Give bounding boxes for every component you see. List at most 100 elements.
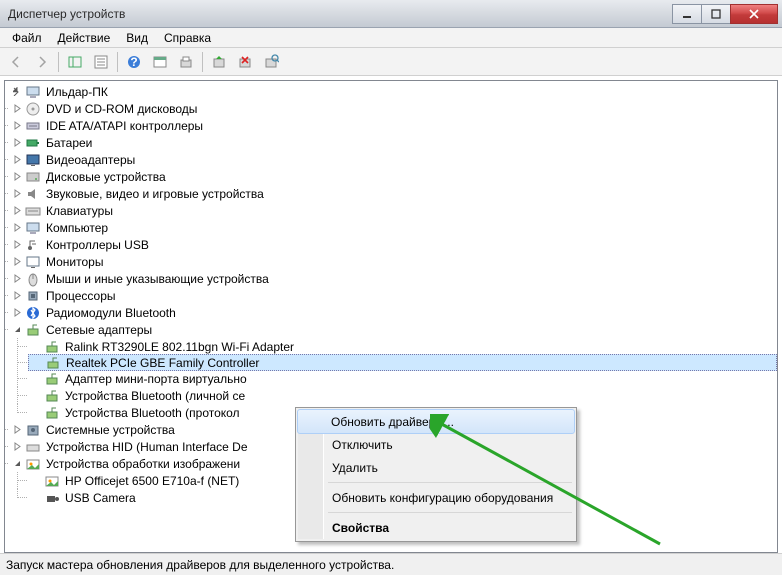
tree-item[interactable]: Батареи [9, 134, 777, 151]
tree-item-label: Адаптер мини-порта виртуально [63, 372, 249, 386]
ctx-disable[interactable]: Отключить [298, 433, 574, 456]
computer-icon [25, 84, 41, 100]
tree-category-network[interactable]: Сетевые адаптеры [9, 321, 777, 338]
expand-icon[interactable] [9, 422, 25, 438]
tree-item-network-adapter[interactable]: Устройства Bluetooth (личной се [28, 387, 777, 404]
window-title: Диспетчер устройств [8, 7, 673, 21]
tree-item-label: HP Officejet 6500 E710a-f (NET) [63, 474, 241, 488]
tree-item-network-adapter[interactable]: Ralink RT3290LE 802.11bgn Wi-Fi Adapter [28, 338, 777, 355]
toolbar: ? [0, 48, 782, 76]
expand-icon[interactable] [9, 271, 25, 287]
net-icon [25, 322, 41, 338]
sys-icon [25, 422, 41, 438]
expand-icon[interactable] [9, 288, 25, 304]
expand-icon[interactable] [9, 135, 25, 151]
close-button[interactable] [730, 4, 778, 24]
hdd-icon [25, 169, 41, 185]
display-icon [25, 152, 41, 168]
expand-icon[interactable] [9, 152, 25, 168]
scan-button[interactable] [174, 50, 198, 74]
cd-icon [25, 101, 41, 117]
menu-help[interactable]: Справка [156, 29, 219, 47]
monitor-icon [25, 254, 41, 270]
view-toggle-button[interactable] [148, 50, 172, 74]
tree-item[interactable]: Радиомодули Bluetooth [9, 304, 777, 321]
tree-item[interactable]: Контроллеры USB [9, 236, 777, 253]
ctx-properties[interactable]: Свойства [298, 516, 574, 539]
tree-root[interactable]: Ильдар-ПК [9, 83, 777, 100]
expand-icon[interactable] [9, 305, 25, 321]
tree-item-label: Мыши и иные указывающие устройства [44, 272, 271, 286]
expand-icon[interactable] [9, 439, 25, 455]
collapse-icon[interactable] [9, 322, 25, 338]
ctx-uninstall[interactable]: Удалить [298, 456, 574, 479]
ide-icon [25, 118, 41, 134]
expand-icon[interactable] [9, 118, 25, 134]
expand-icon[interactable] [9, 203, 25, 219]
status-text: Запуск мастера обновления драйверов для … [6, 558, 394, 572]
tree-item[interactable]: Звуковые, видео и игровые устройства [9, 185, 777, 202]
tree-item[interactable]: Видеоадаптеры [9, 151, 777, 168]
tree-item[interactable]: Мыши и иные указывающие устройства [9, 270, 777, 287]
keyboard-icon [25, 203, 41, 219]
maximize-button[interactable] [701, 4, 731, 24]
battery-icon [25, 135, 41, 151]
tree-item-label: USB Camera [63, 491, 138, 505]
expand-icon[interactable] [9, 101, 25, 117]
forward-button [30, 50, 54, 74]
net-icon [44, 371, 60, 387]
computer-icon [25, 220, 41, 236]
update-driver-button[interactable] [207, 50, 231, 74]
tree-item[interactable]: Клавиатуры [9, 202, 777, 219]
tree-item-network-adapter[interactable]: Realtek PCIe GBE Family Controller [28, 354, 777, 371]
tree-item-label: Батареи [44, 136, 94, 150]
ctx-scan-hardware[interactable]: Обновить конфигурацию оборудования [298, 486, 574, 509]
tree-item-label: Устройства Bluetooth (протокол [63, 406, 242, 420]
tree-item-label: Дисковые устройства [44, 170, 168, 184]
menu-action[interactable]: Действие [50, 29, 119, 47]
tree-item[interactable]: IDE ATA/ATAPI контроллеры [9, 117, 777, 134]
tree-item-label: DVD и CD-ROM дисководы [44, 102, 199, 116]
tree-item[interactable]: Процессоры [9, 287, 777, 304]
tree-item-label: Радиомодули Bluetooth [44, 306, 178, 320]
expand-icon[interactable] [9, 220, 25, 236]
net-icon [44, 388, 60, 404]
tree-item[interactable]: Дисковые устройства [9, 168, 777, 185]
minimize-button[interactable] [672, 4, 702, 24]
menu-file[interactable]: Файл [4, 29, 50, 47]
show-hide-tree-button[interactable] [63, 50, 87, 74]
cam-icon [44, 490, 60, 506]
expand-icon[interactable] [9, 237, 25, 253]
root-label: Ильдар-ПК [44, 85, 110, 99]
help-button[interactable]: ? [122, 50, 146, 74]
net-icon [44, 339, 60, 355]
tree-item-label: Звуковые, видео и игровые устройства [44, 187, 266, 201]
mouse-icon [25, 271, 41, 287]
bt-icon [25, 305, 41, 321]
tree-item-label: Устройства HID (Human Interface De [44, 440, 250, 454]
expand-icon[interactable] [9, 186, 25, 202]
expand-icon[interactable] [9, 254, 25, 270]
svg-text:?: ? [130, 55, 137, 69]
properties-button[interactable] [89, 50, 113, 74]
title-bar[interactable]: Диспетчер устройств [0, 0, 782, 28]
collapse-icon[interactable] [9, 456, 25, 472]
net-icon [45, 355, 61, 371]
tree-item-network-adapter[interactable]: Адаптер мини-порта виртуально [28, 370, 777, 387]
img-icon [25, 456, 41, 472]
menu-view[interactable]: Вид [118, 29, 156, 47]
tree-item-label: Компьютер [44, 221, 110, 235]
tree-item-label: Мониторы [44, 255, 105, 269]
tree-item-label: Сетевые адаптеры [44, 323, 154, 337]
tree-item-label: IDE ATA/ATAPI контроллеры [44, 119, 205, 133]
scan-hardware-button[interactable] [259, 50, 283, 74]
tree-item[interactable]: DVD и CD-ROM дисководы [9, 100, 777, 117]
img-icon [44, 473, 60, 489]
expand-icon[interactable] [9, 169, 25, 185]
tree-item[interactable]: Компьютер [9, 219, 777, 236]
uninstall-button[interactable] [233, 50, 257, 74]
tree-item[interactable]: Мониторы [9, 253, 777, 270]
ctx-update-drivers[interactable]: Обновить драйверы... [297, 409, 575, 434]
hid-icon [25, 439, 41, 455]
collapse-icon[interactable] [9, 84, 25, 100]
